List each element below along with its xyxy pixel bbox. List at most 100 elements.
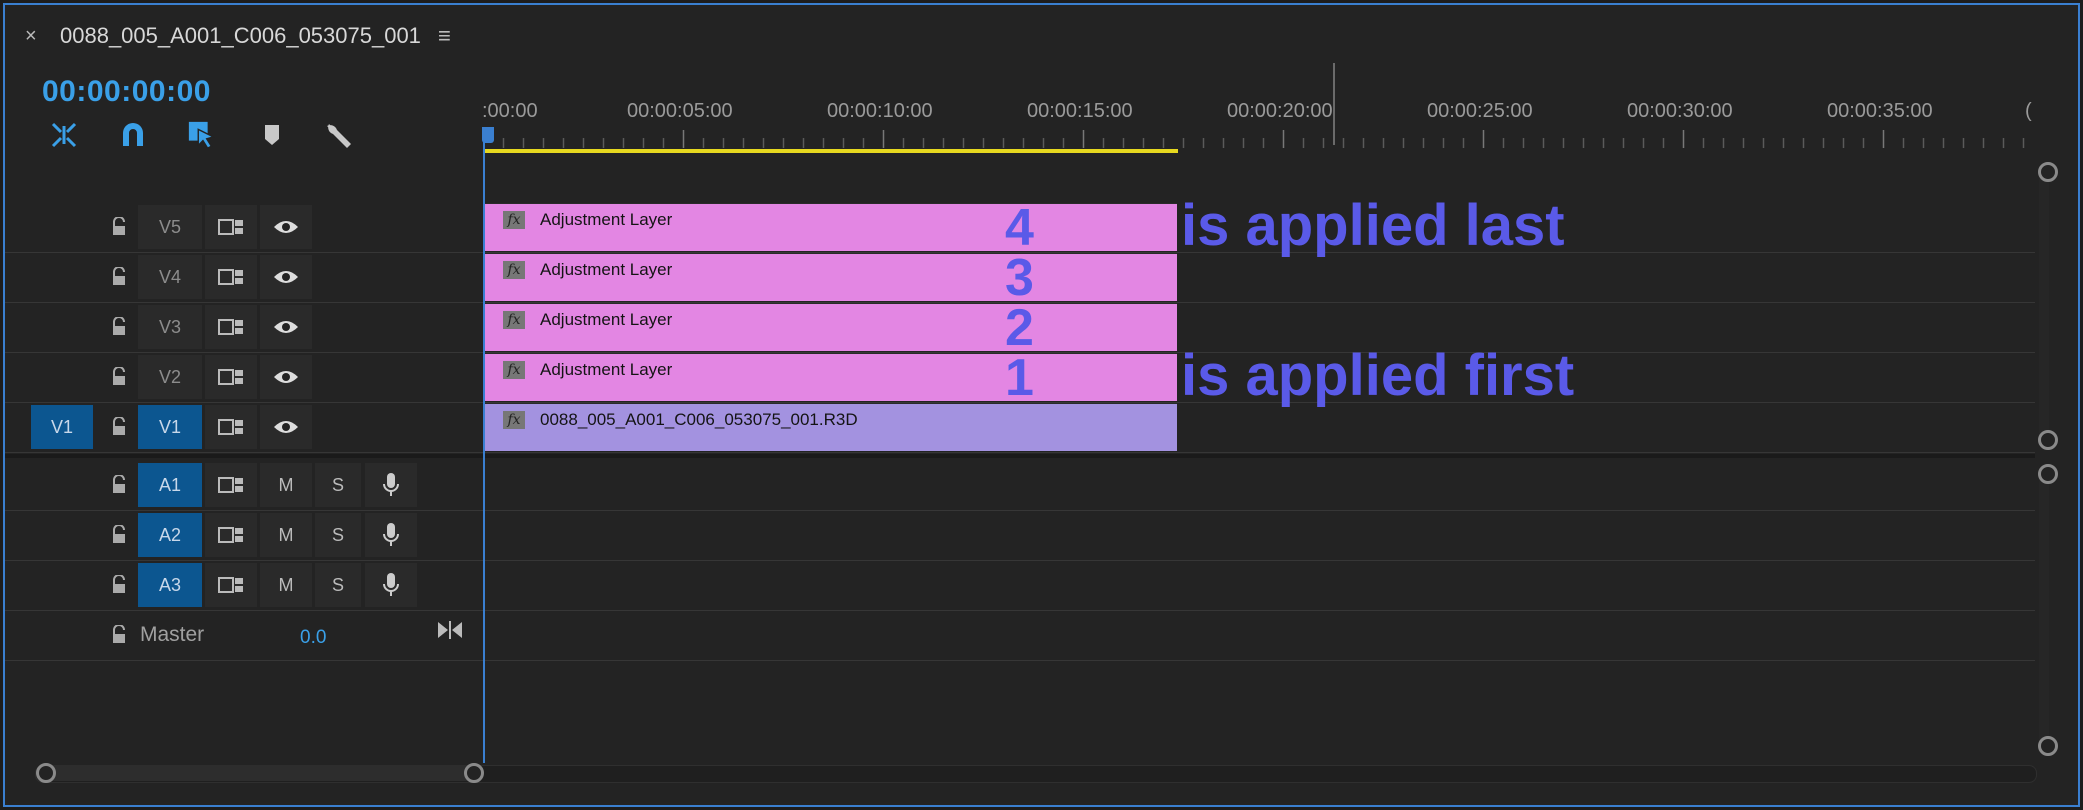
eye-icon[interactable] [260,355,312,399]
scroll-knob[interactable] [2038,736,2058,756]
ruler-label: 00:00:20:00 [1227,100,1333,122]
ruler-label: :00:00 [482,100,538,122]
sync-lock-icon[interactable] [205,305,257,349]
solo-button[interactable]: S [315,463,361,507]
track-name-v4[interactable]: V4 [138,255,202,299]
lock-icon[interactable] [103,613,135,657]
scroll-knob[interactable] [2038,430,2058,450]
microphone-icon[interactable] [365,513,417,557]
microphone-icon[interactable] [365,563,417,607]
track-name-v3[interactable]: V3 [138,305,202,349]
fx-badge: fx [503,261,525,279]
playhead-timecode[interactable]: 00:00:00:00 [42,75,211,109]
adjustment-layer-clip[interactable]: fx Adjustment Layer [483,203,1177,251]
video-track-v4: V4 fx Adjustment Layer 3 [5,252,2035,304]
track-name-a1[interactable]: A1 [138,463,202,507]
scroll-knob[interactable] [2038,464,2058,484]
adjustment-layer-clip[interactable]: fx Adjustment Layer [483,253,1177,301]
sync-lock-icon[interactable] [205,255,257,299]
mute-button[interactable]: M [260,463,312,507]
track-name-v1[interactable]: V1 [138,405,202,449]
add-marker-icon[interactable] [257,120,287,150]
lock-icon[interactable] [103,305,135,349]
lock-icon[interactable] [103,255,135,299]
video-track-v1: V1 V1 fx 0088_005_A001_C006_053075_001.R… [5,402,2035,453]
adjustment-layer-clip[interactable]: fx Adjustment Layer [483,303,1177,351]
scroll-knob-right[interactable] [464,763,484,783]
order-number: 2 [1005,299,1034,357]
solo-button[interactable]: S [315,563,361,607]
track-name-a2[interactable]: A2 [138,513,202,557]
order-number: 1 [1005,349,1034,407]
sequence-tab-title[interactable]: 0088_005_A001_C006_053075_001 [60,23,421,49]
clip-name: Adjustment Layer [540,210,673,229]
audio-track-a3: A3 M S [5,560,2035,611]
time-ruler-marker [1333,63,1335,145]
video-clip[interactable]: fx 0088_005_A001_C006_053075_001.R3D [483,403,1177,451]
fx-badge: fx [503,311,525,329]
sync-lock-icon[interactable] [205,405,257,449]
annotation-last: is applied last [1181,193,1565,258]
lock-icon[interactable] [103,513,135,557]
eye-icon[interactable] [260,255,312,299]
track-name-a3[interactable]: A3 [138,563,202,607]
solo-button[interactable]: S [315,513,361,557]
scroll-knob-left[interactable] [36,763,56,783]
eye-icon[interactable] [260,405,312,449]
sync-lock-icon[interactable] [205,463,257,507]
track-name-v2[interactable]: V2 [138,355,202,399]
magnet-icon[interactable] [118,120,148,150]
work-area-bar[interactable] [483,149,1178,153]
clip-name: Adjustment Layer [540,260,673,279]
lock-icon[interactable] [103,463,135,507]
lock-icon[interactable] [103,405,135,449]
ruler-label: 00:00:15:00 [1027,100,1133,122]
microphone-icon[interactable] [365,463,417,507]
playhead-handle[interactable] [482,127,494,143]
order-number: 4 [1005,199,1034,257]
fx-badge: fx [503,411,525,429]
video-track-v2: V2 fx Adjustment Layer 1 is applied firs… [5,346,2035,407]
ruler-label: 00:00:05:00 [627,100,733,122]
wrench-icon[interactable] [323,120,353,150]
linked-selection-icon[interactable] [187,120,217,150]
ruler-label: 00:00:35:00 [1827,100,1933,122]
audio-track-a1: A1 M S [5,460,2035,511]
ruler-label: ( [2025,100,2032,122]
sync-lock-icon[interactable] [205,355,257,399]
fx-badge: fx [503,211,525,229]
clip-name: Adjustment Layer [540,310,673,329]
sync-lock-icon[interactable] [205,513,257,557]
audio-track-a2: A2 M S [5,510,2035,561]
lock-icon[interactable] [103,355,135,399]
sync-lock-icon[interactable] [205,205,257,249]
ruler-label: 00:00:10:00 [827,100,933,122]
source-patch-v1[interactable]: V1 [31,405,93,449]
panel-menu-icon[interactable]: ≡ [438,23,451,49]
scroll-knob[interactable] [2038,162,2058,182]
eye-icon[interactable] [260,205,312,249]
clip-name: 0088_005_A001_C006_053075_001.R3D [540,410,858,429]
lock-icon[interactable] [103,205,135,249]
sync-lock-icon[interactable] [205,563,257,607]
timeline-panel: × 0088_005_A001_C006_053075_001 ≡ 00:00:… [3,3,2080,807]
playhead-line[interactable] [483,135,485,763]
lock-icon[interactable] [103,563,135,607]
panel-header: × 0088_005_A001_C006_053075_001 ≡ [5,5,2078,65]
ruler-label: 00:00:25:00 [1427,100,1533,122]
eye-icon[interactable] [260,305,312,349]
video-vertical-scrollbar[interactable] [2039,173,2049,441]
snap-in-icon[interactable] [49,120,79,150]
video-track-v5: V5 fx Adjustment Layer 4 is applied last [5,196,2035,257]
go-to-edit-icon[interactable] [437,620,463,645]
video-audio-divider[interactable] [5,454,2035,458]
audio-vertical-scrollbar[interactable] [2039,475,2049,745]
mute-button[interactable]: M [260,513,312,557]
master-volume-value[interactable]: 0.0 [300,627,326,649]
time-ruler[interactable] [483,130,2035,150]
track-name-v5[interactable]: V5 [138,205,202,249]
close-tab-button[interactable]: × [25,25,37,48]
adjustment-layer-clip[interactable]: fx Adjustment Layer [483,353,1177,401]
mute-button[interactable]: M [260,563,312,607]
horizontal-scroll-thumb[interactable] [45,765,475,781]
